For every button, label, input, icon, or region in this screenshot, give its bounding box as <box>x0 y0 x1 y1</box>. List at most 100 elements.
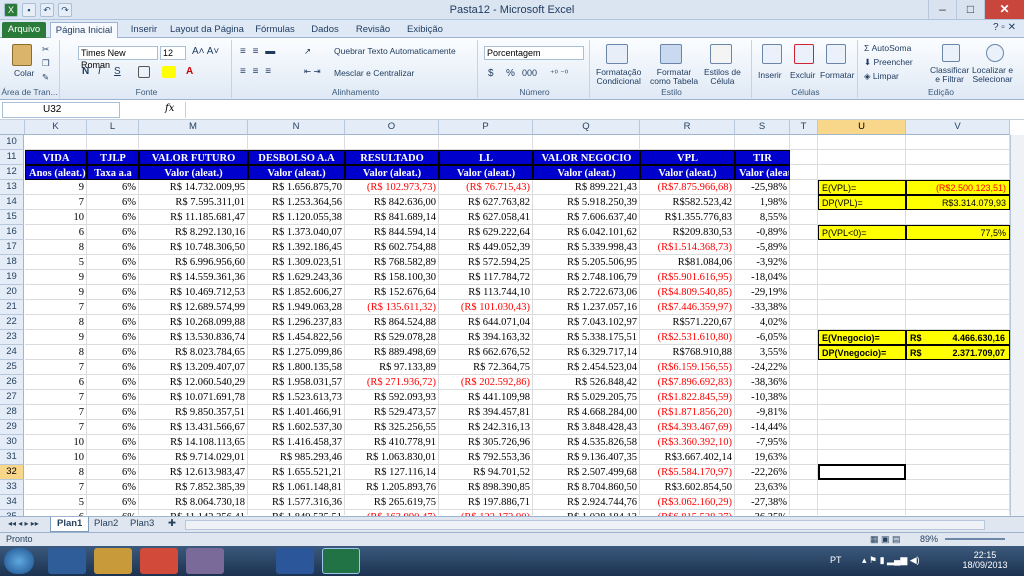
table-cell[interactable]: R$ 5.338.175,51 <box>533 330 640 345</box>
table-cell[interactable]: 6% <box>87 195 139 210</box>
table-cell[interactable]: -0,89% <box>735 225 790 240</box>
row-header[interactable]: 16 <box>0 225 24 240</box>
column-header-s[interactable]: S <box>735 120 790 135</box>
row-header[interactable]: 19 <box>0 270 24 285</box>
table-cell[interactable]: R$ 152.676,64 <box>345 285 439 300</box>
table-cell[interactable]: R$ 10.071.691,78 <box>139 390 248 405</box>
subheader-cell[interactable]: Valor (aleat.) <box>248 165 345 180</box>
table-cell[interactable]: R$ 627.763,82 <box>439 195 533 210</box>
row-header[interactable]: 18 <box>0 255 24 270</box>
table-cell[interactable]: R$3.602.854,50 <box>640 480 735 495</box>
table-cell[interactable]: R$ 1.205.893,76 <box>345 480 439 495</box>
table-cell[interactable]: R$ 97.133,89 <box>345 360 439 375</box>
table-cell[interactable]: R$ 265.619,75 <box>345 495 439 510</box>
formula-input[interactable] <box>185 102 1020 118</box>
table-cell[interactable]: 7 <box>25 195 87 210</box>
row-header[interactable]: 27 <box>0 390 24 405</box>
decimal-icons[interactable]: ⁺⁰ ⁻⁰ <box>550 68 568 79</box>
table-cell[interactable]: (R$6.159.156,55) <box>640 360 735 375</box>
table-cell[interactable]: (R$ 202.592,86) <box>439 375 533 390</box>
insert-cells-button[interactable]: Inserir <box>758 70 782 80</box>
grow-font-icon[interactable]: A˄ A˅ <box>192 46 219 57</box>
table-cell[interactable]: -22,26% <box>735 465 790 480</box>
clock[interactable]: 22:15 18/09/2013 <box>960 550 1010 570</box>
cut-icon[interactable]: ✂ <box>42 44 49 55</box>
table-cell[interactable]: -7,95% <box>735 435 790 450</box>
table-cell[interactable]: R$ 9.850.357,51 <box>139 405 248 420</box>
tab-exibicao[interactable]: Exibição <box>400 22 450 38</box>
table-cell[interactable]: R$ 325.256,55 <box>345 420 439 435</box>
table-cell[interactable]: R$ 644.071,04 <box>439 315 533 330</box>
table-cell[interactable]: 6% <box>87 345 139 360</box>
table-cell[interactable]: R$ 1.063.830,01 <box>345 450 439 465</box>
table-cell[interactable]: R$ 11.185.681,47 <box>139 210 248 225</box>
table-cell[interactable]: R$ 572.594,25 <box>439 255 533 270</box>
header-cell[interactable]: LL <box>439 150 533 165</box>
table-cell[interactable]: -6,05% <box>735 330 790 345</box>
currency-button[interactable]: $ <box>488 68 494 79</box>
column-header-u[interactable]: U <box>818 120 906 135</box>
table-cell[interactable]: R$ 7.043.102,97 <box>533 315 640 330</box>
format-cells-button[interactable]: Formatar <box>820 70 854 80</box>
row-header[interactable]: 30 <box>0 435 24 450</box>
expected-vnegocio-label[interactable]: E(Vnegocio)= <box>818 330 906 345</box>
cell-styles-icon[interactable] <box>710 44 732 64</box>
expected-vpl-value[interactable]: (R$2.500.123,51) <box>906 180 1010 195</box>
horizontal-scrollbar[interactable] <box>185 520 985 530</box>
find-select-button[interactable]: Localizar e Selecionar <box>972 66 1013 84</box>
indent-icons[interactable]: ⇤ ⇥ <box>304 66 321 77</box>
table-cell[interactable]: R$ 1.253.364,56 <box>248 195 345 210</box>
table-cell[interactable]: 23,63% <box>735 480 790 495</box>
table-cell[interactable]: 9 <box>25 270 87 285</box>
table-cell[interactable]: 6% <box>87 285 139 300</box>
function-icon[interactable]: fx <box>165 103 174 114</box>
table-cell[interactable]: 10 <box>25 450 87 465</box>
table-cell[interactable]: R$1.355.776,83 <box>640 210 735 225</box>
table-cell[interactable]: -38,36% <box>735 375 790 390</box>
row-header[interactable]: 12 <box>0 165 24 180</box>
table-cell[interactable]: R$571.220,67 <box>640 315 735 330</box>
sort-filter-button[interactable]: Classificar e Filtrar <box>930 66 969 84</box>
zoom-slider[interactable] <box>945 538 1005 540</box>
table-cell[interactable]: R$ 9.136.407,35 <box>533 450 640 465</box>
table-cell[interactable]: R$ 899.221,43 <box>533 180 640 195</box>
table-cell[interactable]: R$ 14.732.009,95 <box>139 180 248 195</box>
table-cell[interactable]: R$ 1.296.237,83 <box>248 315 345 330</box>
subheader-cell[interactable]: Anos (aleat.) <box>25 165 87 180</box>
subheader-cell[interactable]: Valor (aleat.) <box>533 165 640 180</box>
explorer-icon[interactable] <box>94 548 132 574</box>
table-cell[interactable]: R$ 1.523.613,73 <box>248 390 345 405</box>
paste-icon[interactable] <box>12 44 32 66</box>
minimize-button[interactable]: – <box>928 0 956 19</box>
table-cell[interactable]: R$ 529.078,28 <box>345 330 439 345</box>
percent-button[interactable]: % <box>506 68 515 79</box>
autosum-button[interactable]: Σ AutoSoma <box>864 43 911 53</box>
new-sheet-icon[interactable]: ✚ <box>162 517 182 532</box>
table-cell[interactable]: 6% <box>87 405 139 420</box>
table-cell[interactable]: -29,19% <box>735 285 790 300</box>
table-cell[interactable]: 6% <box>87 360 139 375</box>
tab-layout[interactable]: Layout da Página <box>168 22 246 38</box>
table-cell[interactable]: R$ 4.535.826,58 <box>533 435 640 450</box>
table-cell[interactable]: R$ 394.163,32 <box>439 330 533 345</box>
vertical-scrollbar[interactable] <box>1010 135 1024 516</box>
table-cell[interactable]: R$ 1.401.466,91 <box>248 405 345 420</box>
table-cell[interactable]: (R$2.531.610,80) <box>640 330 735 345</box>
table-cell[interactable]: R$ 127.116,14 <box>345 465 439 480</box>
format-table-button[interactable]: Formatar como Tabela <box>650 68 698 86</box>
table-cell[interactable]: (R$5.584.170,97) <box>640 465 735 480</box>
row-header[interactable]: 17 <box>0 240 24 255</box>
header-cell[interactable]: RESULTADO <box>345 150 439 165</box>
table-cell[interactable]: R$ 4.668.284,00 <box>533 405 640 420</box>
table-cell[interactable]: R$ 1.275.099,86 <box>248 345 345 360</box>
expected-vnegocio-value-cell[interactable]: R$ 4.466.630,16 <box>906 330 1010 345</box>
table-cell[interactable]: R$ 529.473,57 <box>345 405 439 420</box>
delete-cells-button[interactable]: Excluir <box>790 70 816 80</box>
table-cell[interactable]: 7 <box>25 390 87 405</box>
table-cell[interactable]: (R$ 102.973,73) <box>345 180 439 195</box>
table-cell[interactable]: 9 <box>25 330 87 345</box>
column-header-t[interactable]: T <box>790 120 818 135</box>
table-cell[interactable]: R$ 1.120.055,38 <box>248 210 345 225</box>
table-cell[interactable]: (R$3.062.160,29) <box>640 495 735 510</box>
format-cells-icon[interactable] <box>826 44 846 64</box>
